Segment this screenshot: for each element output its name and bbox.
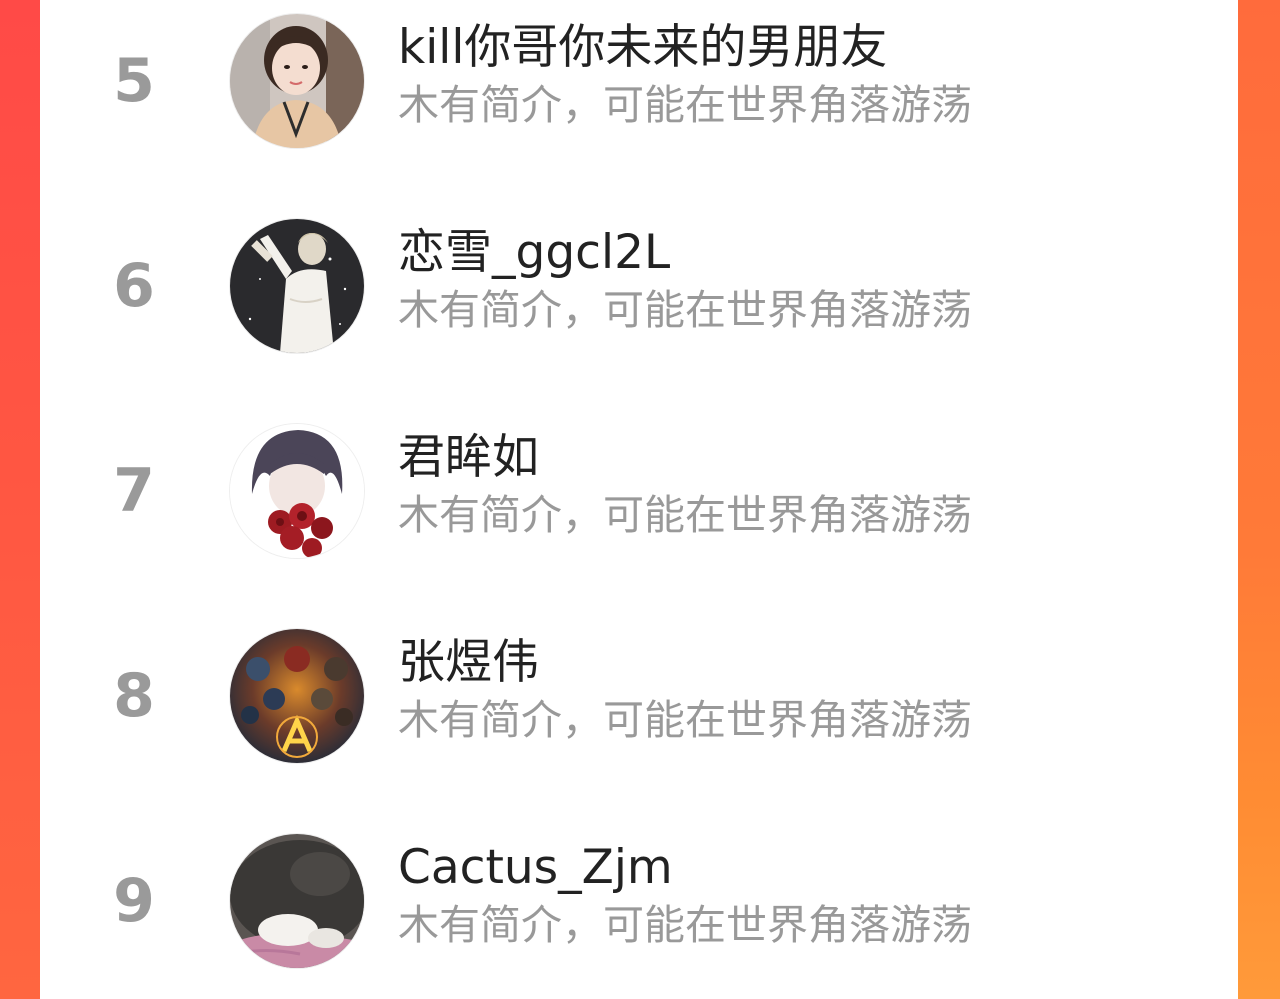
avengers-poster-avatar-icon[interactable]	[230, 629, 364, 763]
rank-number: 6	[113, 251, 155, 321]
rank-number: 7	[113, 456, 155, 526]
girl-photo-avatar-icon[interactable]	[230, 14, 364, 148]
ranking-row[interactable]: 8 张煜伟 木有简介，可能在世界角落游荡	[40, 615, 1238, 820]
rank-number: 8	[113, 661, 155, 731]
user-name[interactable]: Cactus_Zjm	[398, 840, 673, 896]
user-name[interactable]: kill你哥你未来的男朋友	[398, 20, 887, 76]
ranking-row[interactable]: 7 君眸如 木有简介，可能在世界角落游荡	[40, 410, 1238, 615]
ranking-list: 5 kill你哥你未来的男朋友 木有简介，可能在世界角落游荡 6 恋雪_ggcl…	[40, 0, 1238, 999]
rank-number: 5	[113, 46, 155, 116]
left-gradient-bar	[0, 0, 40, 999]
ranking-row[interactable]: 9 Cactus_Zjm 木有简介，可能在世界角落游荡	[40, 820, 1238, 999]
user-intro: 木有简介，可能在世界角落游荡	[398, 901, 972, 949]
ranking-page: 5 kill你哥你未来的男朋友 木有简介，可能在世界角落游荡 6 恋雪_ggcl…	[0, 0, 1280, 999]
user-name[interactable]: 君眸如	[398, 430, 539, 486]
ranking-row[interactable]: 6 恋雪_ggcl2L 木有简介，可能在世界角落游荡	[40, 205, 1238, 410]
user-intro: 木有简介，可能在世界角落游荡	[398, 491, 972, 539]
ranking-row[interactable]: 5 kill你哥你未来的男朋友 木有简介，可能在世界角落游荡	[40, 0, 1238, 205]
user-name[interactable]: 恋雪_ggcl2L	[398, 225, 670, 281]
user-intro: 木有简介，可能在世界角落游荡	[398, 696, 972, 744]
rank-number: 9	[113, 866, 155, 936]
user-intro: 木有简介，可能在世界角落游荡	[398, 81, 972, 129]
anime-boy-roses-avatar-icon[interactable]	[230, 424, 364, 558]
sleeping-cat-avatar-icon[interactable]	[230, 834, 364, 968]
user-name[interactable]: 张煜伟	[398, 635, 539, 691]
anime-boy-avatar-icon[interactable]	[230, 219, 364, 353]
right-gradient-bar	[1238, 0, 1280, 999]
user-intro: 木有简介，可能在世界角落游荡	[398, 286, 972, 334]
